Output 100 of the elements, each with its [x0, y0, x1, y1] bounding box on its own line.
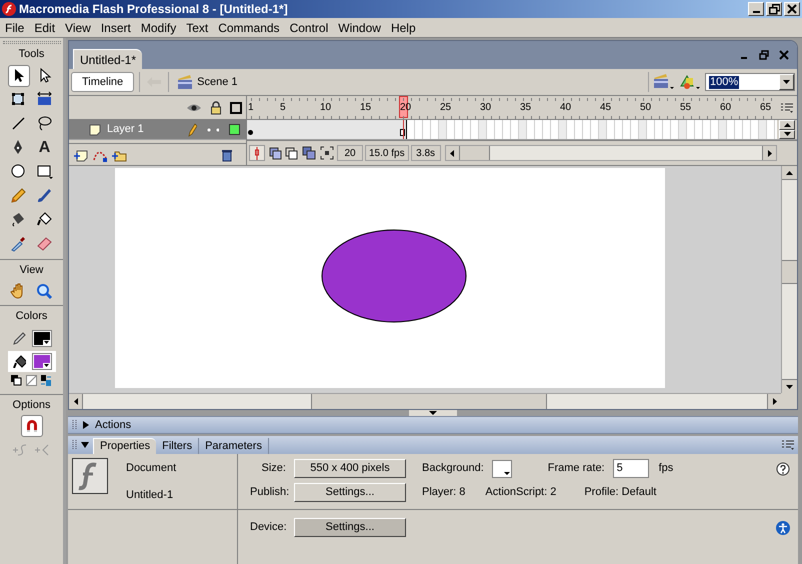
actions-panel-header[interactable]: Actions [68, 416, 798, 434]
frame-cell[interactable] [559, 120, 567, 139]
search-icon [36, 282, 53, 300]
menu-item[interactable]: Control [284, 18, 334, 36]
tool-button[interactable] [8, 64, 30, 86]
device-settings-button[interactable]: Settings... [294, 518, 406, 537]
scroll-thumb[interactable] [460, 146, 490, 160]
scene-button[interactable]: Scene 1 [177, 74, 238, 90]
accessibility-icon[interactable] [776, 520, 790, 534]
ruler-label: 65 [760, 102, 772, 113]
close-icon[interactable] [779, 50, 789, 60]
menu-item[interactable]: Commands [213, 18, 285, 36]
up-arrow-icon [786, 170, 793, 174]
grip-icon [72, 420, 77, 430]
document-tab[interactable]: Untitled-1* [73, 49, 142, 69]
menu-item[interactable]: View [60, 18, 96, 36]
snap-button[interactable] [20, 415, 42, 437]
lock-icon[interactable] [210, 100, 222, 114]
color-swatch[interactable] [32, 352, 52, 370]
zoom-field[interactable]: 100% [705, 73, 795, 91]
panel-title: Colors [16, 309, 48, 324]
panel-title: Tools [18, 47, 44, 62]
scroll-thumb[interactable] [311, 394, 547, 409]
elapsed-time: 3.8s [410, 145, 441, 161]
onion-outline-icon[interactable] [283, 145, 299, 161]
scroll-up-button[interactable] [782, 166, 797, 180]
size-button[interactable]: 550 x 400 pixels [294, 459, 406, 478]
publish-settings-button[interactable]: Settings... [294, 483, 406, 502]
help-icon[interactable] [776, 462, 790, 476]
panel-collapse-handle[interactable] [409, 410, 457, 416]
onion-skin-icon[interactable] [267, 145, 283, 161]
scroll-down-button[interactable] [782, 379, 797, 393]
trash-icon[interactable] [220, 148, 234, 162]
field-label: Size: [260, 461, 286, 476]
color-swatch[interactable] [32, 330, 52, 346]
frame-cell[interactable] [639, 120, 647, 139]
shapes-icon[interactable] [679, 73, 701, 91]
menu-item[interactable]: Text [181, 18, 214, 36]
frame-cell[interactable] [599, 120, 607, 139]
menu-item[interactable]: Insert [96, 18, 136, 36]
ruler-label: 60 [720, 102, 732, 113]
frame-cell[interactable] [719, 120, 727, 139]
panel-tab[interactable]: Filters [156, 438, 200, 454]
frame-cell[interactable] [759, 120, 767, 139]
color-swatch[interactable] [492, 460, 512, 478]
scroll-right-button[interactable] [767, 394, 781, 409]
down-triangle-icon [429, 411, 437, 415]
eraser-icon [36, 235, 53, 252]
edit-scene-icon[interactable] [653, 73, 675, 91]
menu-icon[interactable] [782, 440, 794, 450]
no-color-icon[interactable] [26, 374, 37, 386]
scroll-left-button[interactable] [69, 394, 83, 409]
circle-icon [10, 163, 27, 180]
scroll-right-button[interactable] [762, 146, 776, 160]
panel-tab[interactable]: Parameters [199, 438, 269, 454]
frame-rate-field[interactable]: 5 [612, 459, 649, 478]
scroll-left-button[interactable] [446, 146, 460, 160]
panel-tab[interactable]: Properties [93, 438, 156, 454]
minimize-button[interactable] [748, 2, 764, 16]
restore-icon [768, 4, 780, 14]
frame-cell[interactable] [519, 120, 527, 139]
document-type-label: Document [126, 461, 176, 476]
frame-cell[interactable] [679, 120, 687, 139]
frame-cell[interactable] [439, 120, 447, 139]
frame-cell[interactable] [479, 120, 487, 139]
ruler-label: 1 [248, 102, 254, 113]
pencil-icon [187, 122, 197, 136]
menu-item[interactable]: Help [386, 18, 421, 36]
left-arrow-icon [450, 150, 454, 156]
menu-icon[interactable] [781, 102, 793, 112]
ruler-label: 55 [680, 102, 692, 113]
menu-item[interactable]: Window [333, 18, 386, 36]
add-layer-icon[interactable] [73, 148, 89, 162]
minimize-icon [752, 11, 760, 13]
menu-item[interactable]: File [0, 18, 30, 36]
onion-markers-icon[interactable] [319, 145, 335, 161]
center-frame-icon[interactable] [249, 145, 265, 161]
horizontal-scrollbar[interactable] [444, 145, 777, 161]
default-colors-icon[interactable] [11, 374, 22, 386]
outline-icon[interactable] [230, 102, 242, 114]
timeline-button[interactable]: Timeline [71, 72, 134, 92]
flash-logo-icon [2, 2, 16, 16]
eye-icon[interactable] [186, 102, 202, 112]
menu-item[interactable]: Edit [29, 18, 60, 36]
layer-row[interactable]: Layer 1 [69, 120, 246, 140]
menu-item[interactable]: Modify [136, 18, 182, 36]
horizontal-scrollbar[interactable] [69, 393, 781, 409]
edit-frames-icon[interactable] [301, 145, 317, 161]
restore-button[interactable] [766, 2, 782, 16]
dropdown-button[interactable] [779, 74, 794, 90]
flash-document-icon [72, 458, 108, 494]
ruler-label: 5 [280, 102, 286, 113]
tool-button[interactable]: A [34, 136, 56, 158]
restore-icon[interactable] [759, 50, 769, 60]
panel-title: View [20, 262, 44, 278]
close-button[interactable] [784, 2, 800, 16]
player-version: Player: 8 [422, 485, 466, 500]
scroll-thumb[interactable] [782, 260, 797, 284]
swap-colors-icon[interactable] [41, 374, 52, 386]
vertical-scrollbar[interactable] [781, 166, 797, 393]
